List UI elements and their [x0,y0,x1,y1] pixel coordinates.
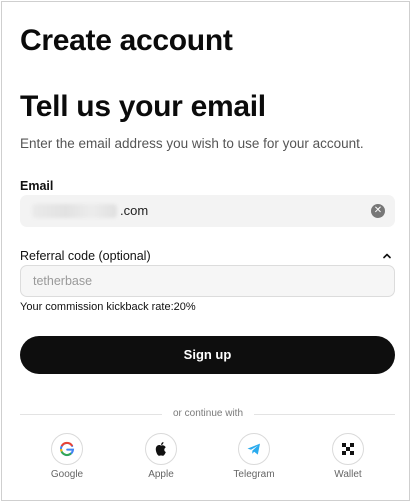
continue-with-text: or continue with [172,408,244,419]
wallet-icon [332,433,364,465]
telegram-label: Telegram [233,469,275,480]
divider-left [20,414,162,415]
apple-login-button[interactable]: Apple [131,433,191,480]
referral-code-field[interactable] [20,265,395,297]
signup-panel: Create account Tell us your email Enter … [1,1,410,501]
google-icon [51,433,83,465]
telegram-icon [238,433,270,465]
email-field[interactable]: .com ✕ [20,195,395,227]
chevron-up-icon[interactable] [382,251,392,261]
wallet-login-button[interactable]: Wallet [318,433,378,480]
apple-label: Apple [148,469,174,480]
subtitle: Enter the email address you wish to use … [20,136,364,151]
telegram-login-button[interactable]: Telegram [224,433,284,480]
referral-label: Referral code (optional) [20,249,151,263]
referral-code-input[interactable] [21,266,394,296]
email-heading: Tell us your email [20,90,266,123]
apple-icon [145,433,177,465]
email-label: Email [20,179,54,193]
google-label: Google [50,469,84,480]
sign-up-button[interactable]: Sign up [20,336,395,374]
redacted-email-text [32,204,117,218]
email-value: .com [120,203,149,218]
google-login-button[interactable]: Google [37,433,97,480]
commission-rate-text: Your commission kickback rate:20% [20,301,196,313]
wallet-label: Wallet [334,469,362,480]
divider-right [254,414,395,415]
clear-x-icon[interactable]: ✕ [371,204,385,218]
page-title: Create account [20,24,233,57]
